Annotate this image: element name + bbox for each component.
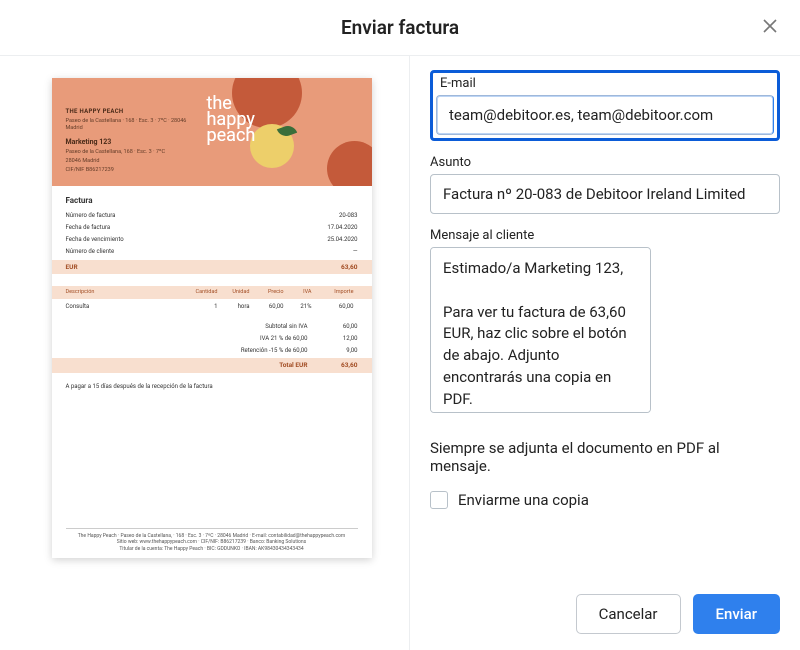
- cell-unit: hora: [218, 303, 250, 311]
- sum-label: IVA 21 % de 60,00: [208, 335, 318, 343]
- close-icon: [762, 18, 778, 38]
- meta-label: Fecha de factura: [66, 224, 111, 232]
- message-textarea[interactable]: Estimado/a Marketing 123, Para ver tu fa…: [430, 247, 651, 413]
- currency-label: EUR: [66, 263, 78, 271]
- sum-label: Retención -15 % de 60,00: [208, 347, 318, 355]
- meta-value: —: [353, 248, 358, 256]
- company-address: Paseo de la Castellana · 168 · Esc. 3 · …: [66, 118, 202, 132]
- sum-value: 60,00: [318, 323, 358, 331]
- sum-value: 9,00: [318, 347, 358, 355]
- client-address-2: 28046 Madrid: [66, 158, 202, 165]
- invoice-header: The Happy Peach Paseo de la Castellana ·…: [52, 78, 372, 186]
- client-name: Marketing 123: [66, 138, 202, 147]
- self-copy-label: Enviarme una copia: [458, 491, 589, 509]
- meta-value: 25.04.2020: [327, 236, 357, 244]
- cancel-button[interactable]: Cancelar: [576, 594, 681, 634]
- close-button[interactable]: [756, 14, 784, 42]
- modal-action-buttons: Cancelar Enviar: [576, 594, 780, 634]
- modal-titlebar: Enviar factura: [0, 0, 800, 56]
- currency-total: 63,60: [341, 263, 358, 271]
- message-label: Mensaje al cliente: [430, 228, 780, 243]
- subject-field: Asunto: [430, 155, 780, 214]
- meta-label: Número de factura: [66, 212, 116, 220]
- subject-label: Asunto: [430, 155, 780, 170]
- checkbox-icon: [430, 491, 448, 509]
- invoice-summary: Subtotal sin IVA60,00 IVA 21 % de 60,001…: [52, 315, 372, 373]
- client-address-1: Paseo de la Castellana, 168 · Esc. 3 · 7…: [66, 149, 202, 156]
- sum-label: Subtotal sin IVA: [208, 323, 318, 331]
- line-item-row: Consulta 1 hora 60,00 21% 60,00: [52, 299, 372, 315]
- self-copy-checkbox[interactable]: Enviarme una copia: [430, 491, 780, 509]
- invoice-meta: Número de factura 20-083 Fecha de factura…: [52, 210, 372, 274]
- col-vat: IVA: [284, 289, 312, 296]
- invoice-document[interactable]: The Happy Peach Paseo de la Castellana ·…: [52, 78, 372, 558]
- total-label: Total EUR: [208, 361, 318, 369]
- cell-price: 60,00: [250, 303, 284, 311]
- meta-label: Número de cliente: [66, 248, 115, 256]
- invoice-addresses: The Happy Peach Paseo de la Castellana ·…: [52, 78, 202, 186]
- total-value: 63,60: [318, 361, 358, 369]
- send-button[interactable]: Enviar: [693, 594, 780, 634]
- attachment-hint: Siempre se adjunta el documento en PDF a…: [430, 439, 780, 475]
- meta-label: Fecha de vencimiento: [66, 236, 124, 244]
- col-price: Precio: [250, 289, 284, 296]
- email-field-highlight: E-mail: [430, 70, 780, 141]
- meta-value: 17.04.2020: [327, 224, 357, 232]
- email-input[interactable]: [436, 95, 774, 135]
- subject-input[interactable]: [430, 174, 780, 214]
- sum-value: 12,00: [318, 335, 358, 343]
- invoice-preview-pane: The Happy Peach Paseo de la Castellana ·…: [0, 56, 410, 650]
- col-unit: Unidad: [218, 289, 250, 296]
- cell-vat: 21%: [284, 303, 312, 311]
- footer-line: Titular de la cuenta: The Happy Peach · …: [66, 546, 358, 553]
- company-name: The Happy Peach: [66, 108, 202, 116]
- brand-logo-text: the happy peach: [207, 96, 256, 143]
- col-desc: Descripción: [66, 289, 186, 296]
- cell-qty: 1: [186, 303, 218, 311]
- invoice-footer: The Happy Peach · Paseo de la Castellana…: [52, 524, 372, 553]
- line-items-header: Descripción Cantidad Unidad Precio IVA I…: [52, 286, 372, 299]
- cell-desc: Consulta: [66, 303, 186, 311]
- modal-title: Enviar factura: [341, 16, 459, 39]
- modal-body: The Happy Peach Paseo de la Castellana ·…: [0, 56, 800, 650]
- brand-line: peach: [207, 128, 256, 144]
- send-invoice-modal: Enviar factura The Happy Peach Paseo de …: [0, 0, 800, 650]
- client-tax-id: CIF/NIF B86217239: [66, 167, 202, 174]
- meta-value: 20-083: [339, 212, 358, 220]
- message-field: Mensaje al cliente Estimado/a Marketing …: [430, 228, 780, 417]
- invoice-section-title: Factura: [52, 186, 372, 210]
- cell-amount: 60,00: [312, 303, 354, 311]
- email-label: E-mail: [436, 76, 774, 91]
- peach-icon: [327, 141, 372, 186]
- payment-note: A pagar a 15 días después de la recepció…: [52, 373, 372, 401]
- send-form: E-mail Asunto Mensaje al cliente Estimad…: [410, 56, 800, 650]
- col-amount: Importe: [312, 289, 354, 296]
- col-qty: Cantidad: [186, 289, 218, 296]
